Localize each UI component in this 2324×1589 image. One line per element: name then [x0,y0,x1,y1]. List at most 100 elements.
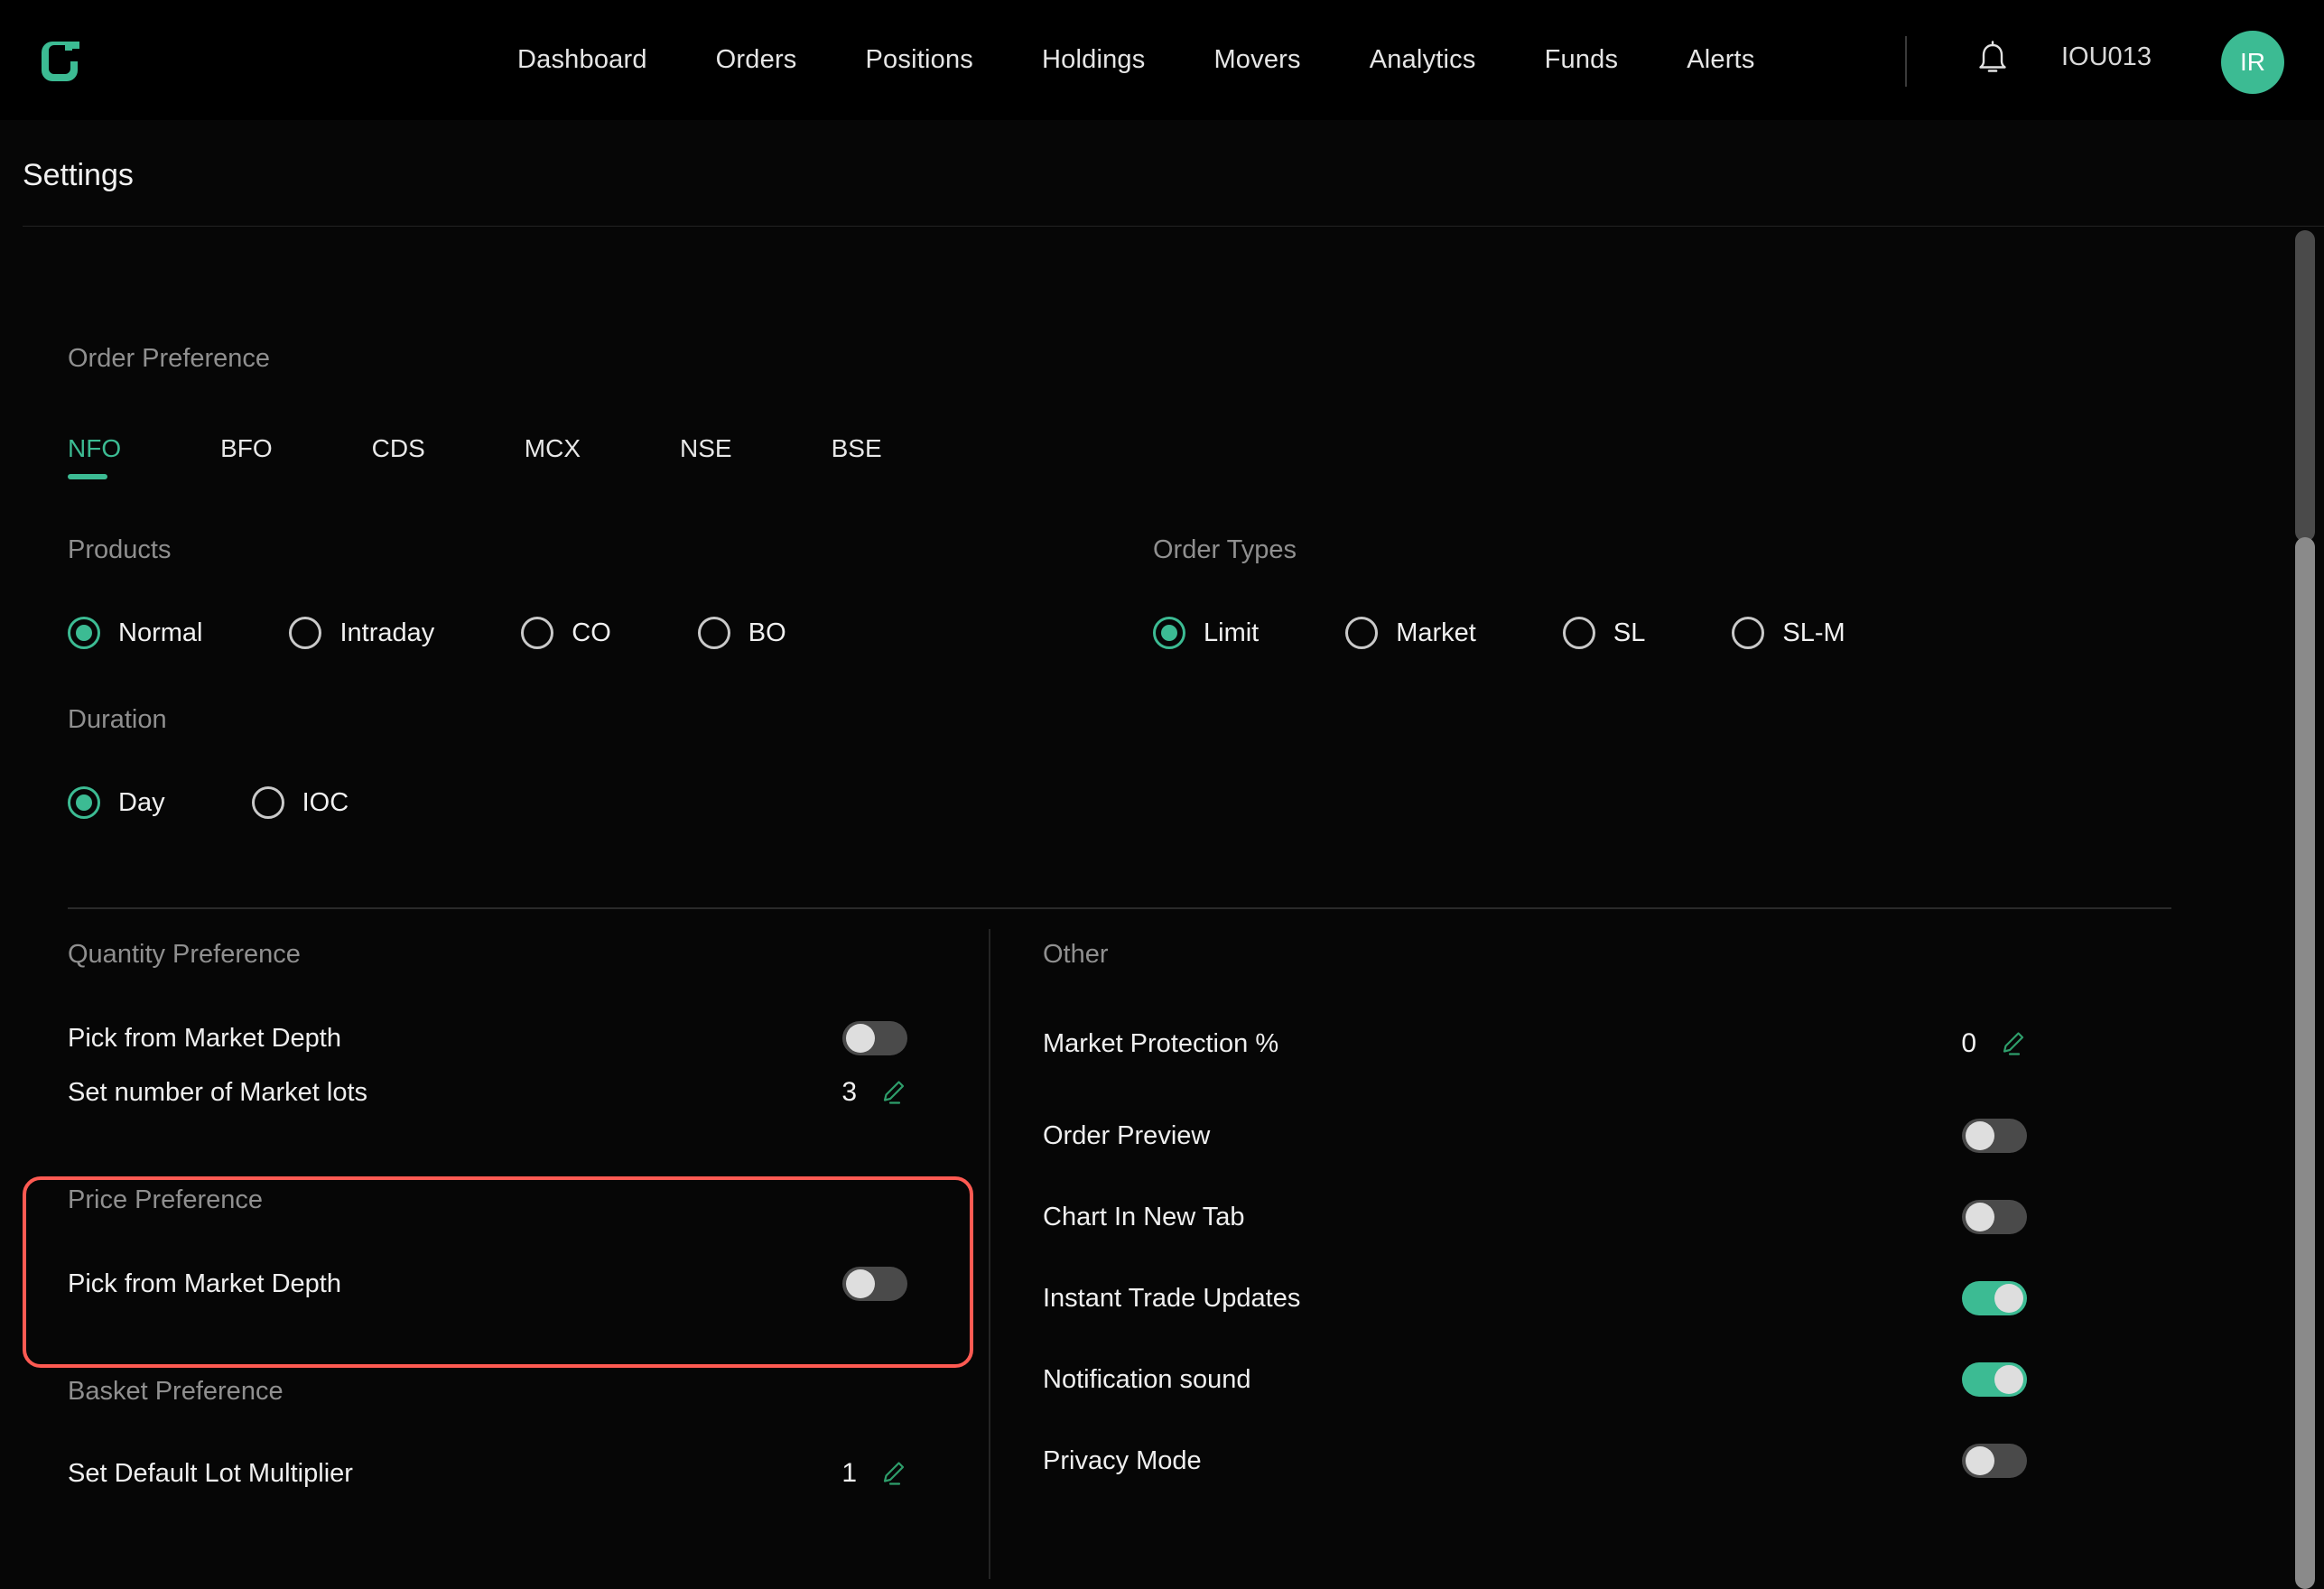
tab-bse[interactable]: BSE [832,434,882,479]
order-preference-heading: Order Preference [68,344,271,373]
radio-label: Market [1396,618,1476,647]
row-label: Market Protection % [1043,1028,1279,1058]
toggle-privacy-mode[interactable] [1962,1444,2027,1478]
toggle-knob [1966,1121,1994,1150]
page-title: Settings [23,158,134,192]
toggle-knob [846,1024,875,1053]
row-label: Order Preview [1043,1120,1211,1150]
nav-item-holdings[interactable]: Holdings [1008,45,1179,75]
toggle-quantity-pick-from-market-depth[interactable] [842,1021,907,1055]
section-divider [68,907,2171,909]
nav-item-dashboard[interactable]: Dashboard [483,45,682,75]
avatar[interactable]: IR [2221,31,2284,94]
radio-label: Limit [1204,618,1260,647]
row-set-number-of-market-lots[interactable]: Set number of Market lots 3 [68,1077,907,1108]
radio-product-normal[interactable]: Normal [68,617,202,649]
row-label: Notification sound [1043,1364,1251,1394]
nav-item-alerts[interactable]: Alerts [1652,45,1789,75]
app-logo[interactable] [27,29,92,94]
toggle-knob [1994,1284,2023,1313]
radio-label: IOC [302,787,349,817]
order-types-radio-group: Limit Market SL SL-M [1153,617,1845,649]
nav-item-positions[interactable]: Positions [832,45,1008,75]
radio-duration-day[interactable]: Day [68,786,165,819]
notification-bell-icon[interactable] [1973,40,2013,81]
value-group: 0 [1961,1028,2027,1059]
toggle-notification-sound[interactable] [1962,1362,2027,1397]
radio-duration-ioc[interactable]: IOC [251,786,349,819]
edit-pencil-icon[interactable] [2000,1030,2027,1057]
radio-indicator [68,786,100,819]
order-types-heading: Order Types [1153,535,1297,564]
settings-page: Dashboard Orders Positions Holdings Move… [0,0,2324,1589]
row-chart-in-new-tab[interactable]: Chart In New Tab [1043,1200,2027,1234]
radio-indicator [1732,617,1765,649]
nav-divider [1905,36,1907,87]
settings-content: Order Preference NFO BFO CDS MCX NSE BSE… [0,227,2324,1589]
radio-ordertype-slm[interactable]: SL-M [1732,617,1845,649]
radio-ordertype-limit[interactable]: Limit [1153,617,1259,649]
products-radio-group: Normal Intraday CO BO [68,617,786,649]
radio-indicator [1153,617,1185,649]
row-price-pick-from-market-depth[interactable]: Pick from Market Depth [68,1267,907,1301]
edit-pencil-icon[interactable] [880,1460,907,1487]
radio-ordertype-sl[interactable]: SL [1562,617,1645,649]
row-market-protection[interactable]: Market Protection % 0 [1043,1028,2027,1059]
duration-radio-group: Day IOC [68,786,349,819]
row-notification-sound[interactable]: Notification sound [1043,1362,2027,1397]
exchange-tabs: NFO BFO CDS MCX NSE BSE [68,434,981,479]
quantity-preference-heading: Quantity Preference [68,940,301,969]
radio-product-co[interactable]: CO [521,617,611,649]
row-privacy-mode[interactable]: Privacy Mode [1043,1444,2027,1478]
row-order-preview[interactable]: Order Preview [1043,1119,2027,1153]
radio-indicator [68,617,100,649]
toggle-instant-trade-updates[interactable] [1962,1281,2027,1315]
toggle-knob [1994,1365,2023,1394]
basket-preference-heading: Basket Preference [68,1377,284,1406]
tab-mcx[interactable]: MCX [525,434,581,479]
scrollbar-upper-segment[interactable] [2295,230,2315,542]
tab-nfo[interactable]: NFO [68,434,121,479]
nav-item-movers[interactable]: Movers [1179,45,1334,75]
nav-item-funds[interactable]: Funds [1511,45,1653,75]
toggle-order-preview[interactable] [1962,1119,2027,1153]
nav-item-analytics[interactable]: Analytics [1335,45,1511,75]
radio-indicator [1562,617,1595,649]
scrollbar-thumb[interactable] [2295,537,2315,1589]
row-instant-trade-updates[interactable]: Instant Trade Updates [1043,1281,2027,1315]
edit-pencil-icon[interactable] [880,1079,907,1106]
top-navigation-bar: Dashboard Orders Positions Holdings Move… [0,0,2324,120]
row-label: Chart In New Tab [1043,1202,1245,1231]
row-label: Privacy Mode [1043,1445,1202,1475]
radio-label: Day [118,787,165,817]
price-preference-heading: Price Preference [68,1185,263,1214]
toggle-knob [1966,1203,1994,1231]
duration-heading: Duration [68,705,167,734]
radio-indicator [289,617,322,649]
toggle-knob [1966,1446,1994,1475]
row-label: Set number of Market lots [68,1077,368,1107]
tab-bfo[interactable]: BFO [220,434,273,479]
toggle-knob [846,1269,875,1298]
row-label: Instant Trade Updates [1043,1283,1301,1313]
value-group: 1 [841,1458,907,1489]
radio-ordertype-market[interactable]: Market [1345,617,1476,649]
radio-label: SL-M [1782,618,1845,647]
radio-indicator [251,786,284,819]
market-protection-value: 0 [1961,1028,1976,1058]
nav-item-orders[interactable]: Orders [682,45,832,75]
tab-nse[interactable]: NSE [680,434,732,479]
toggle-chart-in-new-tab[interactable] [1962,1200,2027,1234]
row-quantity-pick-from-market-depth[interactable]: Pick from Market Depth [68,1021,907,1055]
products-heading: Products [68,535,172,564]
toggle-price-pick-from-market-depth[interactable] [842,1267,907,1301]
radio-indicator [697,617,730,649]
radio-product-bo[interactable]: BO [697,617,786,649]
row-label: Pick from Market Depth [68,1023,341,1053]
other-heading: Other [1043,940,1109,969]
user-id-label[interactable]: IOU013 [2061,42,2152,72]
radio-product-intraday[interactable]: Intraday [289,617,434,649]
tab-cds[interactable]: CDS [372,434,425,479]
row-set-default-lot-multiplier[interactable]: Set Default Lot Multiplier 1 [68,1458,907,1489]
market-lots-value: 3 [841,1077,857,1107]
